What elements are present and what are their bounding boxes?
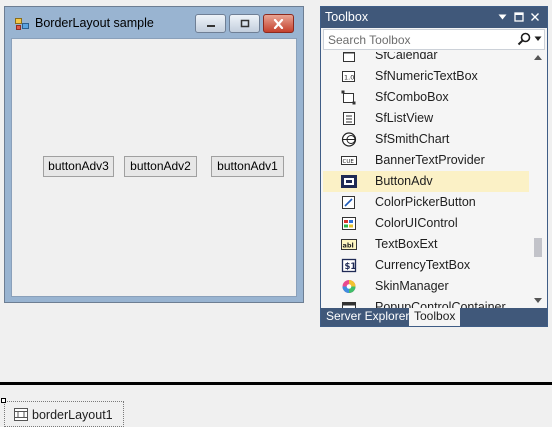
maximize-button[interactable] <box>229 14 260 33</box>
tab-toolbox[interactable]: Toolbox <box>409 308 461 326</box>
popup-container-icon <box>342 302 356 308</box>
list-item-label: SfComboBox <box>375 90 449 104</box>
list-item[interactable]: SfComboBox <box>323 87 529 108</box>
svg-text:$1: $1 <box>345 262 357 272</box>
svg-text:CUE: CUE <box>343 159 355 165</box>
list-item-label: TextBoxExt <box>375 237 438 251</box>
list-item[interactable]: SfCalendar <box>323 52 529 66</box>
numeric-textbox-icon: 1.0 <box>342 71 355 82</box>
banner-text-icon: CUE <box>341 156 357 165</box>
list-item[interactable]: 1.0 SfNumericTextBox <box>323 66 529 87</box>
scrollbar-thumb[interactable] <box>534 238 542 257</box>
list-item[interactable]: PopupControlContainer <box>323 297 529 308</box>
list-item[interactable]: ColorPickerButton <box>323 192 529 213</box>
list-item-label: ColorUIControl <box>375 216 458 230</box>
list-item-label: ButtonAdv <box>375 174 433 188</box>
form-client-area[interactable]: buttonAdv3 buttonAdv2 buttonAdv1 <box>11 38 297 297</box>
combobox-icon <box>341 90 356 105</box>
list-item-label: SfCalendar <box>375 52 438 62</box>
dropdown-arrow-icon[interactable] <box>495 10 509 24</box>
form-app-icon <box>15 18 29 30</box>
tray-component-border-layout[interactable]: borderLayout1 <box>4 401 124 427</box>
chevron-down-icon[interactable] <box>534 36 542 42</box>
form-window: BorderLayout sample buttonAdv3 buttonAdv… <box>4 6 304 303</box>
button-adv-icon <box>341 175 357 188</box>
list-item[interactable]: SkinManager <box>323 276 529 297</box>
list-item-label: SkinManager <box>375 279 449 293</box>
currency-textbox-icon: $1 <box>341 258 357 273</box>
listview-icon <box>343 112 355 125</box>
button-adv-3[interactable]: buttonAdv3 <box>43 156 114 177</box>
calendar-icon <box>343 52 355 62</box>
search-icon[interactable] <box>517 32 531 46</box>
toolbox-tab-strip: Server Explorer Toolbox <box>321 308 547 326</box>
minimize-icon <box>206 24 215 27</box>
form-titlebar[interactable]: BorderLayout sample <box>5 7 303 39</box>
list-item-label: BannerTextProvider <box>375 153 485 167</box>
close-icon <box>273 18 284 29</box>
list-item-label: CurrencyTextBox <box>375 258 471 272</box>
float-window-icon[interactable] <box>512 10 526 24</box>
toolbox-scrollbar[interactable] <box>530 51 546 309</box>
form-title: BorderLayout sample <box>35 16 154 30</box>
list-item-label: SfListView <box>375 111 434 125</box>
list-item-selected[interactable]: ButtonAdv <box>323 171 529 192</box>
smith-chart-icon <box>341 132 357 147</box>
color-picker-icon <box>342 196 355 209</box>
minimize-button[interactable] <box>195 14 226 33</box>
skin-manager-icon <box>342 280 356 293</box>
close-button[interactable] <box>263 14 294 33</box>
list-item[interactable]: abl TextBoxExt <box>323 234 529 255</box>
toolbox-title: Toolbox <box>325 10 369 24</box>
button-adv-1[interactable]: buttonAdv1 <box>211 156 284 177</box>
list-item-label: ColorPickerButton <box>375 195 476 209</box>
list-item[interactable]: ColorUIControl <box>323 213 529 234</box>
button-adv-2[interactable]: buttonAdv2 <box>124 156 197 177</box>
list-item[interactable]: SfListView <box>323 108 529 129</box>
component-tray: borderLayout1 <box>0 385 552 427</box>
color-ui-icon <box>342 217 356 230</box>
list-item-label: PopupControlContainer <box>375 300 506 308</box>
scroll-up-icon[interactable] <box>534 55 542 60</box>
list-item-label: SfNumericTextBox <box>375 69 478 83</box>
tray-component-label: borderLayout1 <box>32 408 113 422</box>
textbox-ext-icon: abl <box>341 239 357 250</box>
toolbox-list: SfCalendar 1.0 SfNumericTextBox SfComboB… <box>323 52 529 308</box>
list-item[interactable]: $1 CurrencyTextBox <box>323 255 529 276</box>
search-input[interactable] <box>324 30 514 49</box>
toolbox-panel: Toolbox SfCalendar <box>320 6 548 327</box>
list-item[interactable]: SfSmithChart <box>323 129 529 150</box>
close-icon[interactable] <box>528 10 542 24</box>
scroll-down-icon[interactable] <box>534 298 542 303</box>
toolbox-search[interactable] <box>323 29 545 50</box>
list-item[interactable]: CUE BannerTextProvider <box>323 150 529 171</box>
maximize-icon <box>240 19 249 28</box>
list-item-label: SfSmithChart <box>375 132 450 146</box>
selection-handle[interactable] <box>1 398 6 403</box>
svg-text:abl: abl <box>343 242 354 250</box>
border-layout-icon <box>14 408 28 421</box>
svg-text:1.0: 1.0 <box>344 74 354 82</box>
toolbox-header[interactable]: Toolbox <box>321 7 547 28</box>
tab-server-explorer[interactable]: Server Explorer <box>321 308 414 326</box>
